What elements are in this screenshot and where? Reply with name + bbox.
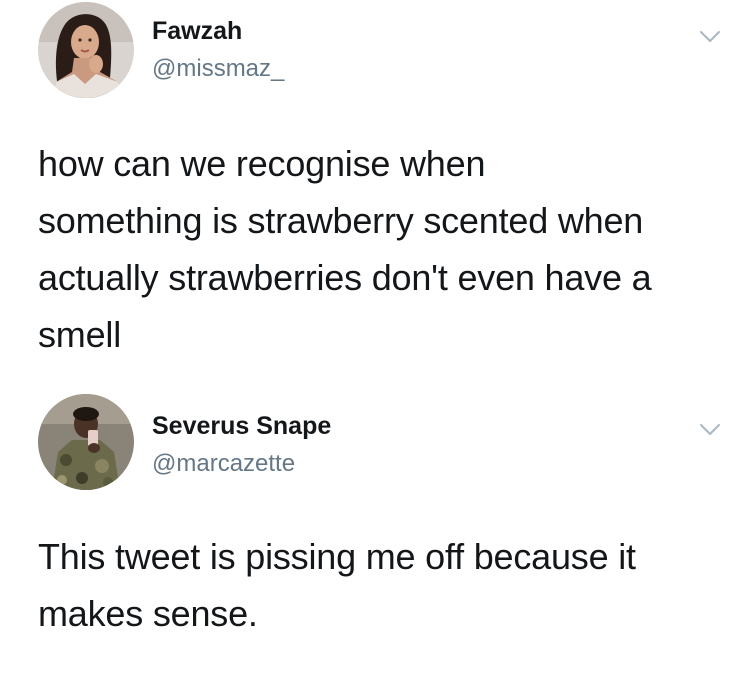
chevron-down-icon[interactable]: [698, 29, 722, 45]
avatar[interactable]: [38, 394, 134, 490]
display-name[interactable]: Severus Snape: [152, 412, 331, 441]
avatar[interactable]: [38, 2, 134, 98]
user-handle[interactable]: @missmaz_: [152, 55, 284, 83]
tweet-text: This tweet is pissing me off because it …: [38, 536, 636, 634]
chevron-down-icon[interactable]: [698, 422, 722, 438]
tweet: Severus Snape @marcazette This tweet is …: [0, 380, 750, 673]
tweet-text: how can we recognise when something is s…: [38, 143, 652, 355]
profile-photo-man-icon: [38, 394, 134, 490]
profile-photo-woman-icon: [38, 2, 134, 98]
display-name[interactable]: Fawzah: [152, 17, 242, 46]
tweet-screenshot: Fawzah @missmaz_ how can we recognise wh…: [0, 0, 750, 673]
tweet: Fawzah @missmaz_ how can we recognise wh…: [0, 0, 750, 380]
user-handle[interactable]: @marcazette: [152, 450, 295, 478]
